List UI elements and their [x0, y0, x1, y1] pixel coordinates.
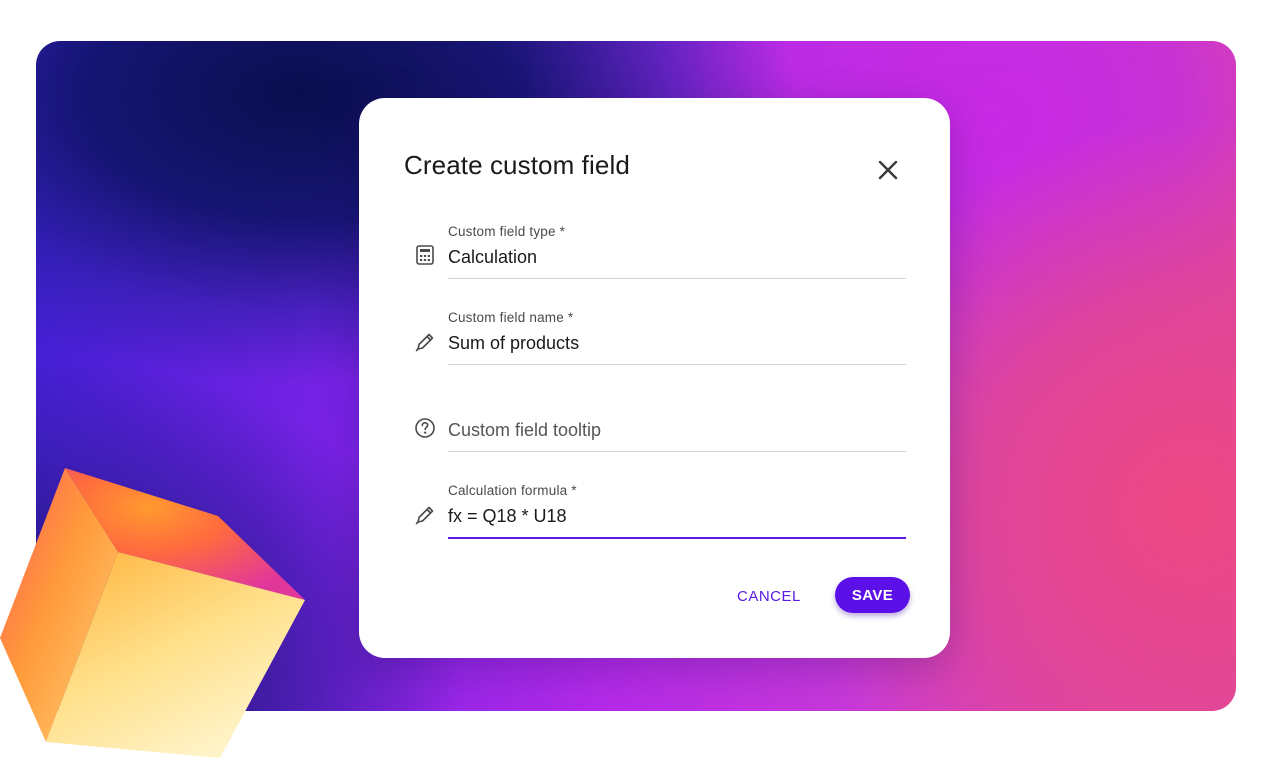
close-icon	[878, 160, 898, 180]
calculation-formula-label: Calculation formula *	[448, 483, 577, 498]
custom-field-type-label: Custom field type *	[448, 224, 566, 239]
custom-field-tooltip-underline	[448, 451, 906, 452]
pencil-icon	[415, 506, 434, 525]
decorative-cube	[0, 468, 305, 758]
custom-field-tooltip-input[interactable]	[448, 417, 906, 443]
custom-field-type-field: Custom field type *	[414, 222, 906, 280]
custom-field-name-label: Custom field name *	[448, 310, 574, 325]
custom-field-type-underline	[448, 278, 906, 279]
calculation-formula-underline-focused	[448, 537, 906, 539]
custom-field-name-field: Custom field name *	[414, 309, 906, 367]
create-custom-field-dialog: Create custom field Custom field type *	[359, 98, 950, 658]
custom-field-tooltip-field	[414, 396, 906, 454]
calculation-formula-input[interactable]	[448, 503, 906, 529]
pencil-icon	[415, 333, 434, 352]
custom-field-type-input[interactable]	[448, 244, 906, 270]
custom-field-name-underline	[448, 364, 906, 365]
calculator-icon	[416, 245, 434, 265]
save-button[interactable]: SAVE	[835, 577, 910, 613]
help-circle-icon	[415, 418, 435, 438]
cancel-button[interactable]: CANCEL	[727, 578, 811, 614]
custom-field-name-input[interactable]	[448, 330, 906, 356]
calculation-formula-field: Calculation formula *	[414, 482, 906, 542]
close-button[interactable]	[874, 156, 902, 184]
stage: Create custom field Custom field type *	[0, 0, 1280, 763]
dialog-title: Create custom field	[404, 150, 630, 180]
